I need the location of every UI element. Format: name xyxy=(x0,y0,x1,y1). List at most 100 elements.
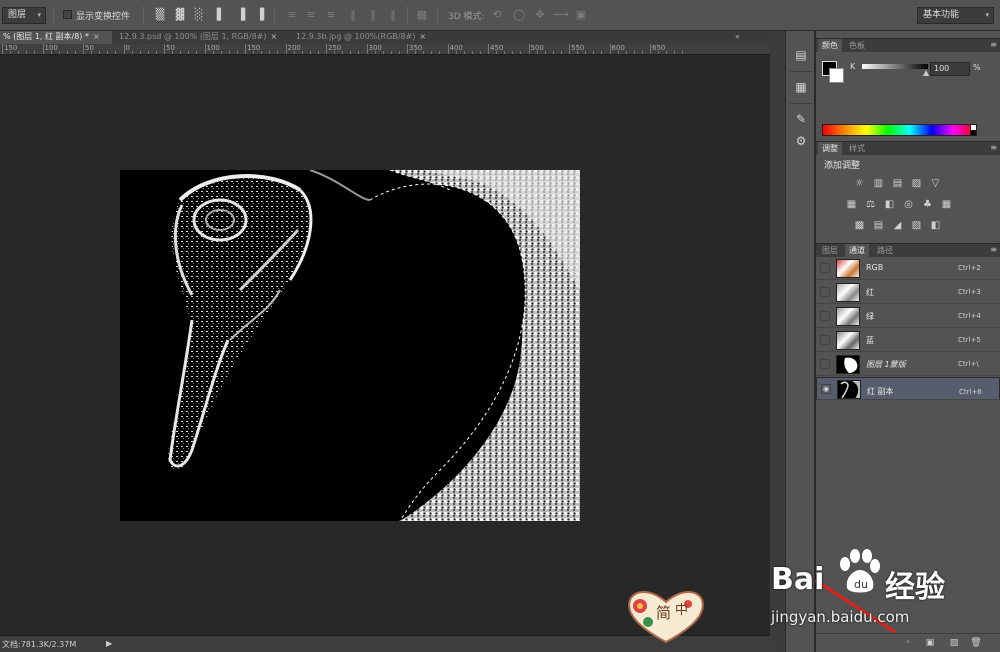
align-hcenter-icon[interactable]: ▐ xyxy=(234,8,248,22)
show-transform-checkbox[interactable] xyxy=(63,10,72,19)
eye-icon[interactable]: ◉ xyxy=(821,384,831,394)
ruler-major-tick xyxy=(123,44,125,54)
distribute-vcenter-icon[interactable]: ≡ xyxy=(304,8,318,22)
drag-3d-icon[interactable]: ✥ xyxy=(533,8,547,22)
invert-icon[interactable]: ▩ xyxy=(853,220,866,232)
visibility-toggle[interactable] xyxy=(820,311,830,321)
distribute-top-icon[interactable]: ≡ xyxy=(285,8,299,22)
align-right-icon[interactable]: ▐ xyxy=(253,8,267,22)
levels-icon[interactable]: ▥ xyxy=(872,178,885,190)
history-icon[interactable]: ▤ xyxy=(793,47,809,63)
ruler-major-tick xyxy=(245,44,246,54)
ruler-minor-tick xyxy=(577,51,579,54)
panel-menu-icon[interactable]: ≡ xyxy=(990,39,997,51)
threshold-icon[interactable]: ◢ xyxy=(891,220,904,232)
panel-menu-icon[interactable]: ≡ xyxy=(990,244,997,256)
save-selection-icon[interactable]: ▣ xyxy=(924,637,936,649)
tab-document-2[interactable]: 12.9.3.psd @ 100% (图层 1, RGB/8#) × xyxy=(116,31,288,44)
horizontal-ruler[interactable]: 150 100 50 0 50 100 150 200 250 300 350 400 450 500 55… xyxy=(0,44,770,55)
slider-thumb-icon[interactable]: ▲ xyxy=(923,68,929,77)
divider xyxy=(790,103,812,104)
channel-shortcut: Ctrl+3 xyxy=(958,288,981,296)
tab-styles[interactable]: 样式 xyxy=(845,142,869,156)
photo-filter-icon[interactable]: ◎ xyxy=(902,199,915,211)
document-tabs: % (图层 1, 红 副本/8) * × 12.9.3.psd @ 100% (图… xyxy=(0,31,770,44)
visibility-toggle[interactable] xyxy=(820,263,830,273)
scale-3d-icon[interactable]: ▣ xyxy=(574,8,588,22)
ruler-label: 50 xyxy=(166,44,175,52)
exposure-icon[interactable]: ▨ xyxy=(910,178,923,190)
properties-icon[interactable]: ▦ xyxy=(793,79,809,95)
channel-row-red-copy[interactable]: ◉ 红 副本 Ctrl+6 xyxy=(816,377,1000,400)
align-vcenter-icon[interactable]: ▓ xyxy=(173,8,187,22)
watermark-char-2: 中 xyxy=(675,603,688,618)
vibrance-icon[interactable]: ▽ xyxy=(929,178,942,190)
close-icon[interactable]: × xyxy=(419,32,426,41)
panel-menu-icon[interactable]: ≡ xyxy=(990,142,997,154)
align-bottom-icon[interactable]: ░ xyxy=(192,8,206,22)
workspace-dropdown[interactable]: 基本功能 ▾ xyxy=(917,7,994,24)
paw-icon: du xyxy=(840,549,880,593)
distribute-left-icon[interactable]: ‖ xyxy=(346,8,360,22)
ruler-major-tick xyxy=(609,44,611,54)
color-balance-icon[interactable]: ⚖ xyxy=(864,199,877,211)
distribute-right-icon[interactable]: ‖ xyxy=(386,8,400,22)
visibility-toggle[interactable] xyxy=(820,335,830,345)
visibility-toggle[interactable] xyxy=(820,287,830,297)
close-icon[interactable]: × xyxy=(271,32,278,41)
channel-row-green[interactable]: 绿 Ctrl+4 xyxy=(816,305,1000,328)
align-left-icon[interactable]: ▌ xyxy=(214,8,228,22)
collapse-panels-icon[interactable]: « xyxy=(735,31,757,44)
tab-layers[interactable]: 图层 xyxy=(818,244,842,258)
color-spectrum[interactable] xyxy=(822,124,976,136)
ruler-minor-tick xyxy=(196,51,198,54)
tab-document-1[interactable]: % (图层 1, 红 副本/8) * × xyxy=(0,31,112,44)
close-icon[interactable]: × xyxy=(93,32,100,41)
ruler-major-tick xyxy=(407,44,408,54)
channel-mixer-icon[interactable]: ♣ xyxy=(921,199,934,211)
clone-source-icon[interactable]: ⚙ xyxy=(793,133,809,149)
tab-swatches[interactable]: 色板 xyxy=(845,39,869,53)
posterize-icon[interactable]: ▤ xyxy=(872,220,885,232)
ruler-minor-tick xyxy=(479,51,481,54)
brush-icon[interactable]: ✎ xyxy=(793,111,809,127)
canvas-area[interactable] xyxy=(0,55,770,635)
auto-select-dropdown[interactable]: 图层 ▾ xyxy=(2,7,46,24)
k-value-input[interactable]: 100 xyxy=(930,62,970,76)
align-top-icon[interactable]: ▒ xyxy=(153,8,167,22)
distribute-hcenter-icon[interactable]: ‖ xyxy=(366,8,380,22)
color-lookup-icon[interactable]: ▦ xyxy=(940,199,953,211)
auto-align-icon[interactable]: ▦ xyxy=(415,8,429,22)
hue-saturation-icon[interactable]: ▦ xyxy=(845,199,858,211)
channel-row-rgb[interactable]: RGB Ctrl+2 xyxy=(816,257,1000,280)
black-white-swatch[interactable] xyxy=(970,124,977,136)
brightness-icon[interactable]: ☼ xyxy=(853,178,866,190)
k-slider[interactable] xyxy=(862,64,928,69)
background-color-swatch[interactable] xyxy=(829,68,844,83)
tab-label: % (图层 1, 红 副本/8) * xyxy=(3,32,89,41)
ruler-major-tick xyxy=(650,44,651,54)
gradient-map-icon[interactable]: ▨ xyxy=(910,220,923,232)
slide-3d-icon[interactable]: ⟶ xyxy=(553,8,569,22)
new-channel-icon[interactable]: ▧ xyxy=(948,637,960,649)
visibility-toggle[interactable] xyxy=(820,359,830,369)
ruler-major-tick xyxy=(164,44,165,54)
rotate-3d-icon[interactable]: ⟲ xyxy=(490,8,504,22)
channel-row-blue[interactable]: 蓝 Ctrl+5 xyxy=(816,329,1000,352)
delete-channel-icon[interactable]: 🗑 xyxy=(970,637,982,649)
tab-channels[interactable]: 通道 xyxy=(845,244,869,258)
status-menu-icon[interactable]: ▶ xyxy=(106,639,112,648)
tab-adjustments[interactable]: 调整 xyxy=(818,142,842,156)
selective-color-icon[interactable]: ◧ xyxy=(929,220,942,232)
document-canvas[interactable] xyxy=(120,170,580,521)
distribute-bottom-icon[interactable]: ≡ xyxy=(324,8,338,22)
channel-row-red[interactable]: 红 Ctrl+3 xyxy=(816,281,1000,304)
channel-shortcut: Ctrl+6 xyxy=(959,388,982,396)
channel-row-layer-mask[interactable]: 图层 1蒙版 Ctrl+\ xyxy=(816,353,1000,376)
tab-paths[interactable]: 路径 xyxy=(873,244,897,258)
roll-3d-icon[interactable]: ◯ xyxy=(512,8,526,22)
tab-color[interactable]: 颜色 xyxy=(818,39,842,53)
black-white-icon[interactable]: ◧ xyxy=(883,199,896,211)
tab-document-3[interactable]: 12.9.3b.jpg @ 100%(RGB/8#) × xyxy=(293,31,439,44)
curves-icon[interactable]: ▤ xyxy=(891,178,904,190)
